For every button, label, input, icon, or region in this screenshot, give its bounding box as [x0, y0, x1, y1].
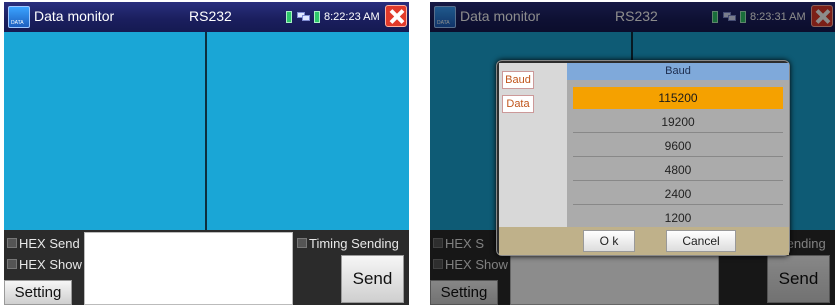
data-display-area[interactable] [4, 32, 409, 230]
baud-option[interactable]: 2400 [573, 183, 783, 205]
dialog-sidebar: Baud Data [499, 63, 567, 227]
baud-option[interactable]: 4800 [573, 159, 783, 181]
baud-option-list[interactable]: Baud 115200 19200 9600 4800 2400 1200 [567, 63, 789, 227]
battery-icon [286, 11, 292, 23]
bottom-panel: HEX Send HEX Show Timing Sending Setting… [4, 230, 409, 305]
window-title: Data monitor [34, 8, 115, 24]
clock: 8:22:23 AM [324, 11, 380, 23]
dialog-header: Baud [567, 63, 789, 80]
timing-sending-label: Timing Sending [309, 235, 399, 251]
battery-icon [314, 11, 320, 23]
split-divider [205, 32, 207, 230]
baud-dialog: Baud Data Baud 115200 19200 9600 4800 24… [496, 60, 790, 256]
send-text-area[interactable] [84, 232, 293, 305]
checkbox-icon [7, 259, 17, 269]
mode-label: RS232 [189, 8, 232, 24]
close-icon[interactable] [385, 5, 407, 27]
checkbox-icon [7, 238, 17, 248]
data-app-icon: DATA [8, 6, 30, 28]
screen-right: DATA Data monitor RS232 8:23:31 AM HEX S… [430, 2, 835, 305]
tab-baud[interactable]: Baud [502, 71, 534, 89]
hex-show-label: HEX Show [19, 256, 82, 272]
setting-button[interactable]: Setting [4, 280, 72, 305]
title-bar: DATA Data monitor RS232 8:22:23 AM [4, 2, 409, 32]
tab-data[interactable]: Data [502, 95, 534, 113]
checkbox-icon [297, 238, 307, 248]
hex-send-label: HEX Send [19, 235, 80, 251]
hex-send-checkbox[interactable]: HEX Send [7, 234, 80, 252]
timing-sending-checkbox[interactable]: Timing Sending [297, 234, 399, 252]
baud-option[interactable]: 9600 [573, 135, 783, 157]
screen-left: DATA Data monitor RS232 8:22:23 AM HEX S… [4, 2, 409, 305]
hex-show-checkbox[interactable]: HEX Show [7, 255, 82, 273]
baud-option[interactable]: 19200 [573, 111, 783, 133]
dialog-footer: O k Cancel [499, 227, 789, 255]
baud-option[interactable]: 1200 [573, 207, 783, 227]
ok-button[interactable]: O k [583, 230, 635, 252]
baud-option[interactable]: 115200 [573, 87, 783, 109]
network-icon [297, 12, 311, 22]
send-button[interactable]: Send [341, 255, 404, 303]
cancel-button[interactable]: Cancel [666, 230, 736, 252]
